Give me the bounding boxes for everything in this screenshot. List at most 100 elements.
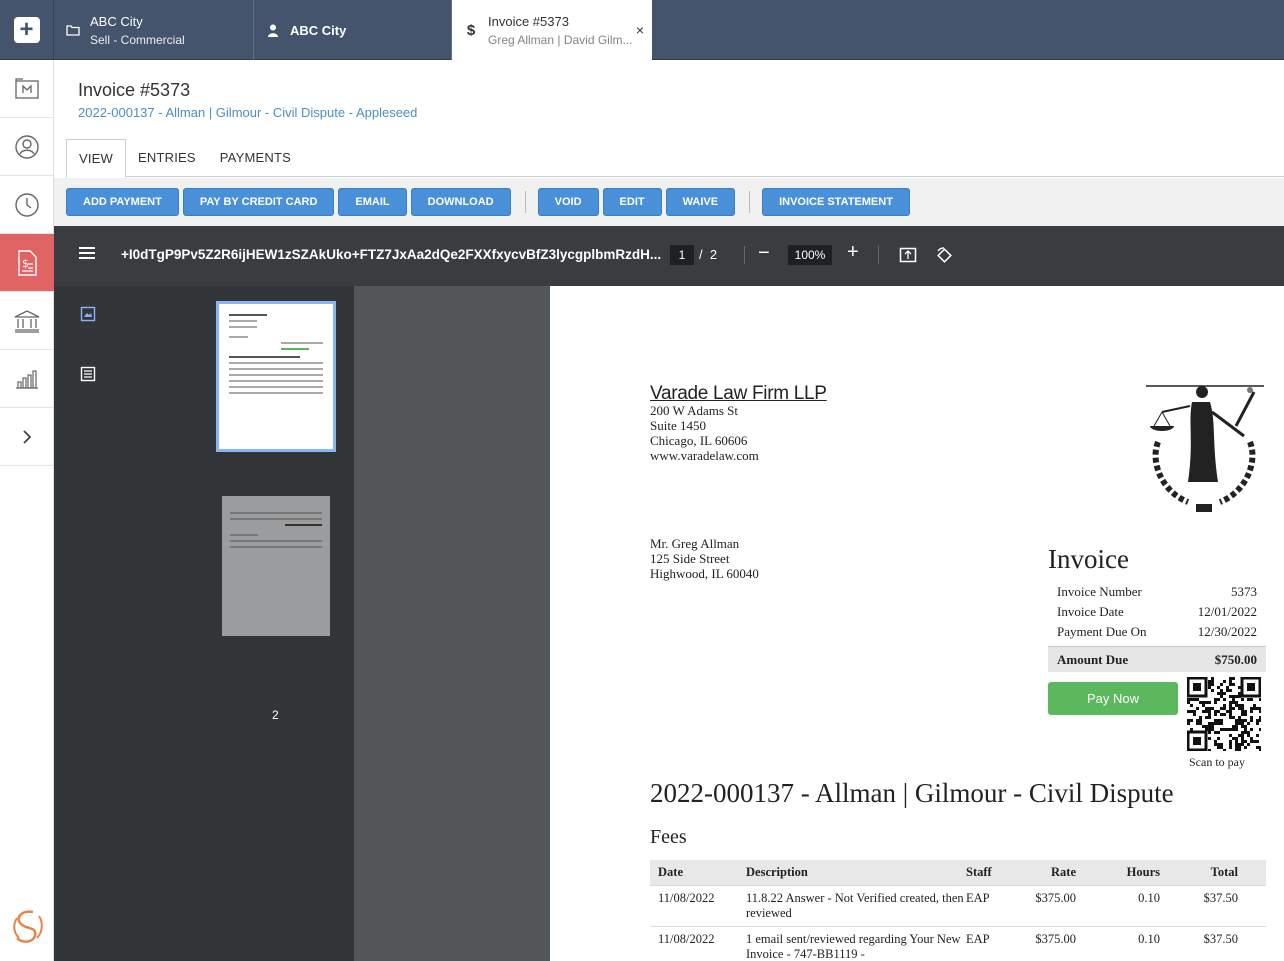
column-header: Rate bbox=[1051, 865, 1076, 879]
qr-module bbox=[1238, 686, 1241, 689]
expand-icon[interactable] bbox=[0, 408, 54, 466]
contacts-icon[interactable] bbox=[0, 118, 54, 176]
invoice-statement-button[interactable]: INVOICE STATEMENT bbox=[762, 188, 910, 216]
qr-module bbox=[1259, 710, 1262, 713]
invoice-number-value: 5373 bbox=[1231, 584, 1257, 599]
qr-module bbox=[1241, 722, 1244, 725]
tab-invoice[interactable]: $ Invoice #5373 Greg Allman | David Gilm… bbox=[452, 0, 652, 60]
qr-module bbox=[1214, 710, 1217, 713]
qr-module bbox=[1259, 728, 1262, 731]
qr-module bbox=[1217, 686, 1220, 689]
column-header: Description bbox=[746, 865, 808, 879]
qr-module bbox=[1208, 680, 1211, 683]
due-date-label: Payment Due On bbox=[1057, 624, 1147, 639]
qr-module bbox=[1190, 710, 1193, 713]
qr-module bbox=[1250, 698, 1253, 701]
pay-now-button[interactable]: Pay Now bbox=[1048, 682, 1178, 715]
qr-module bbox=[1220, 707, 1223, 710]
rotate-icon[interactable] bbox=[935, 246, 953, 269]
qr-module bbox=[1211, 707, 1214, 710]
qr-module bbox=[1241, 731, 1244, 734]
qr-module bbox=[1229, 734, 1232, 737]
firm-name[interactable]: Varade Law Firm LLP bbox=[650, 384, 827, 403]
column-header: Staff bbox=[966, 865, 992, 879]
qr-module bbox=[1235, 728, 1238, 731]
qr-module bbox=[1238, 734, 1241, 737]
qr-module bbox=[1187, 698, 1190, 701]
page-count: / 2 bbox=[699, 247, 717, 262]
thumb-line bbox=[229, 380, 323, 382]
reports-icon[interactable] bbox=[0, 350, 54, 408]
zoom-level[interactable]: 100% bbox=[788, 245, 832, 265]
thumbnails-icon[interactable] bbox=[80, 306, 96, 327]
qr-module bbox=[1226, 689, 1229, 692]
page-tabs: VIEW ENTRIES PAYMENTS bbox=[66, 139, 1284, 178]
client-city: Highwood, IL 60040 bbox=[650, 566, 759, 581]
billing-icon[interactable]: $ bbox=[0, 234, 54, 292]
qr-module bbox=[1244, 713, 1247, 716]
tab-view[interactable]: VIEW bbox=[66, 139, 127, 178]
main-content: Invoice #5373 2022-000137 - Allman | Gil… bbox=[54, 60, 1284, 961]
page-thumbnail-1[interactable] bbox=[216, 301, 336, 452]
thumb-line bbox=[280, 348, 309, 350]
qr-module bbox=[1235, 704, 1238, 707]
qr-module bbox=[1241, 740, 1244, 743]
qr-module bbox=[1235, 737, 1238, 740]
tab-title: Invoice #5373 bbox=[488, 13, 569, 29]
page-thumbnail-2[interactable] bbox=[222, 496, 330, 636]
qr-module bbox=[1223, 704, 1226, 707]
qr-module bbox=[1187, 701, 1190, 704]
void-button[interactable]: VOID bbox=[537, 188, 599, 216]
pay-by-credit-card-button[interactable]: PAY BY CREDIT CARD bbox=[182, 188, 335, 216]
folder-icon bbox=[66, 24, 80, 36]
new-button[interactable]: + bbox=[0, 0, 54, 60]
add-payment-button[interactable]: ADD PAYMENT bbox=[66, 188, 179, 216]
qr-module bbox=[1205, 728, 1208, 731]
fees-heading: Fees bbox=[650, 826, 687, 848]
tab-abc-city-contact[interactable]: ABC City bbox=[254, 0, 452, 60]
qr-module bbox=[1229, 713, 1232, 716]
qr-module bbox=[1196, 722, 1199, 725]
action-toolbar: ADD PAYMENT PAY BY CREDIT CARD EMAIL DOW… bbox=[54, 178, 1284, 226]
toolbar-divider bbox=[878, 246, 879, 264]
qr-module bbox=[1241, 737, 1244, 740]
menu-icon[interactable] bbox=[78, 246, 96, 265]
zoom-in-icon[interactable]: + bbox=[847, 241, 859, 264]
outline-icon[interactable] bbox=[80, 366, 96, 387]
matter-link[interactable]: 2022-000137 - Allman | Gilmour - Civil D… bbox=[78, 105, 417, 120]
fit-page-icon[interactable] bbox=[899, 246, 917, 269]
qr-module bbox=[1229, 707, 1232, 710]
qr-module bbox=[1238, 743, 1241, 746]
qr-code[interactable] bbox=[1186, 676, 1262, 752]
waive-button[interactable]: WAIVE bbox=[665, 188, 736, 216]
qr-module bbox=[1238, 722, 1241, 725]
qr-module bbox=[1229, 680, 1232, 683]
qr-module bbox=[1244, 728, 1247, 731]
qr-module bbox=[1229, 689, 1232, 692]
cell-description: 11.8.22 Answer - Not Verified created, t… bbox=[746, 891, 964, 920]
bank-icon[interactable] bbox=[0, 292, 54, 350]
qr-module bbox=[1229, 716, 1232, 719]
close-icon[interactable]: × bbox=[636, 22, 644, 38]
qr-module bbox=[1208, 707, 1211, 710]
download-button[interactable]: DOWNLOAD bbox=[410, 188, 511, 216]
qr-module bbox=[1217, 719, 1220, 722]
qr-module bbox=[1238, 749, 1241, 752]
time-icon[interactable] bbox=[0, 176, 54, 234]
email-button[interactable]: EMAIL bbox=[338, 188, 407, 216]
tab-abc-city-matter[interactable]: ABC City Sell - Commercial bbox=[54, 0, 254, 60]
qr-module bbox=[1211, 680, 1214, 683]
matters-icon[interactable] bbox=[0, 60, 54, 118]
qr-module bbox=[1232, 677, 1235, 680]
qr-module bbox=[1247, 734, 1250, 737]
zoom-out-icon[interactable]: − bbox=[758, 242, 770, 265]
qr-module bbox=[1214, 731, 1217, 734]
qr-module bbox=[1241, 725, 1244, 728]
tab-entries[interactable]: ENTRIES bbox=[126, 139, 208, 177]
tab-payments[interactable]: PAYMENTS bbox=[208, 139, 303, 177]
qr-module bbox=[1259, 746, 1262, 749]
page-number-input[interactable]: 1 bbox=[670, 245, 694, 265]
thumb-line bbox=[280, 342, 323, 344]
edit-button[interactable]: EDIT bbox=[602, 188, 662, 216]
qr-module bbox=[1214, 740, 1217, 743]
